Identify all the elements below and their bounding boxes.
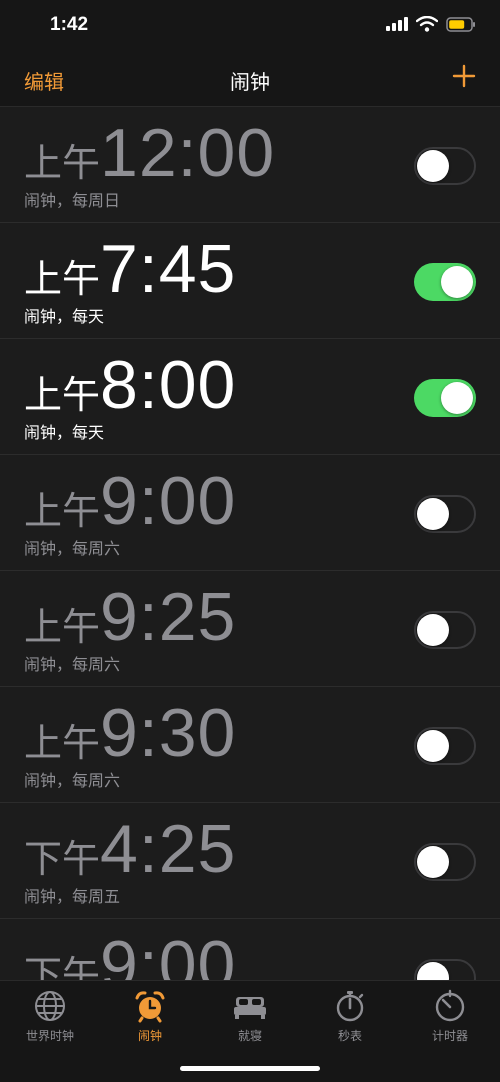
alarm-label: 闹钟，每天 xyxy=(24,309,105,326)
alarm-time: 上午8:00 xyxy=(24,351,236,419)
tab-label: 就寝 xyxy=(237,1029,262,1043)
toggle-knob xyxy=(417,730,449,762)
alarm-row[interactable]: 上午7:45 闹钟，每天 xyxy=(0,223,500,339)
alarm-toggle[interactable] xyxy=(414,959,476,980)
alarm-toggle[interactable] xyxy=(414,495,476,533)
tab-label: 秒表 xyxy=(337,1029,362,1043)
alarm-digits: 9:00 xyxy=(100,927,237,980)
alarm-ampm: 上午 xyxy=(24,375,101,417)
alarm-ampm: 上午 xyxy=(24,723,101,765)
alarm-toggle[interactable] xyxy=(414,263,476,301)
alarm-label: 闹钟，每天 xyxy=(24,425,105,442)
alarm-row[interactable]: 下午4:25 闹钟，每周五 xyxy=(0,803,500,919)
wifi-icon xyxy=(416,16,438,32)
status-bar: 1:42 xyxy=(0,0,500,54)
alarm-time: 上午12:00 xyxy=(24,119,275,187)
tab-stopwatch[interactable]: 秒表 xyxy=(300,989,400,1044)
alarm-time: 上午9:25 xyxy=(24,583,236,651)
alarm-toggle[interactable] xyxy=(414,147,476,185)
timer-icon xyxy=(435,989,465,1022)
alarm-ampm: 上午 xyxy=(24,607,101,649)
alarm-toggle[interactable] xyxy=(414,727,476,765)
page-title: 闹钟 xyxy=(230,72,270,94)
alarm-time: 上午9:30 xyxy=(24,699,236,767)
alarm-toggle[interactable] xyxy=(414,611,476,649)
status-time: 1:42 xyxy=(50,14,89,35)
alarm-row[interactable]: 上午12:00 闹钟，每周日 xyxy=(0,107,500,223)
alarm-label: 闹钟，每周六 xyxy=(24,773,121,790)
alarm-label: 闹钟，每周六 xyxy=(24,541,121,558)
alarm-digits: 4:25 xyxy=(100,811,237,887)
alarm-time: 上午9:00 xyxy=(24,467,236,535)
alarm-clock-icon xyxy=(135,991,165,1023)
battery-icon xyxy=(446,16,475,32)
tab-alarm[interactable]: 闹钟 xyxy=(100,989,200,1044)
alarm-time: 下午9:00 xyxy=(24,931,236,980)
status-icons xyxy=(386,16,476,32)
toggle-knob xyxy=(441,382,473,414)
alarm-label: 闹钟，每周六 xyxy=(24,657,121,674)
toggle-knob xyxy=(441,266,473,298)
alarm-label: 闹钟，每周五 xyxy=(24,889,121,906)
alarm-time: 上午7:45 xyxy=(24,235,236,303)
tab-timer[interactable]: 计时器 xyxy=(400,989,500,1044)
toggle-knob xyxy=(417,150,449,182)
tab-label: 闹钟 xyxy=(137,1029,162,1043)
tab-bedtime[interactable]: 就寝 xyxy=(200,989,300,1044)
toggle-knob xyxy=(417,962,449,980)
alarm-digits: 9:25 xyxy=(100,579,237,655)
tab-label: 计时器 xyxy=(431,1029,468,1043)
alarm-digits: 9:30 xyxy=(100,695,237,771)
alarm-ampm: 上午 xyxy=(24,491,101,533)
alarm-digits: 12:00 xyxy=(100,115,276,191)
bed-icon xyxy=(234,997,266,1019)
toggle-knob xyxy=(417,498,449,530)
alarm-toggle[interactable] xyxy=(414,843,476,881)
alarm-row[interactable]: 上午8:00 闹钟，每天 xyxy=(0,339,500,455)
alarm-row[interactable]: 上午9:30 闹钟，每周六 xyxy=(0,687,500,803)
globe-icon xyxy=(35,991,65,1021)
tab-label: 世界时钟 xyxy=(25,1029,74,1043)
tab-world-clock[interactable]: 世界时钟 xyxy=(0,989,100,1044)
alarm-digits: 7:45 xyxy=(100,231,237,307)
alarm-label: 闹钟，每周日 xyxy=(24,193,121,210)
alarm-row[interactable]: 下午9:00 xyxy=(0,919,500,980)
add-alarm-button[interactable] xyxy=(452,64,476,88)
alarm-list: 上午12:00 闹钟，每周日 上午7:45 闹钟，每天 上午8:00 闹钟，每天… xyxy=(0,107,500,980)
toggle-knob xyxy=(417,614,449,646)
alarm-toggle[interactable] xyxy=(414,379,476,417)
alarm-digits: 9:00 xyxy=(100,463,237,539)
stopwatch-icon xyxy=(336,991,364,1022)
alarm-digits: 8:00 xyxy=(100,347,237,423)
navigation-bar: 编辑 闹钟 xyxy=(0,54,500,107)
alarm-row[interactable]: 上午9:25 闹钟，每周六 xyxy=(0,571,500,687)
alarm-ampm: 下午 xyxy=(24,839,101,881)
toggle-knob xyxy=(417,846,449,878)
alarm-time: 下午4:25 xyxy=(24,815,236,883)
cellular-signal-icon xyxy=(386,17,408,31)
home-indicator xyxy=(180,1066,320,1071)
alarm-ampm: 下午 xyxy=(24,955,101,980)
alarm-ampm: 上午 xyxy=(24,143,101,185)
alarm-row[interactable]: 上午9:00 闹钟，每周六 xyxy=(0,455,500,571)
alarm-ampm: 上午 xyxy=(24,259,101,301)
